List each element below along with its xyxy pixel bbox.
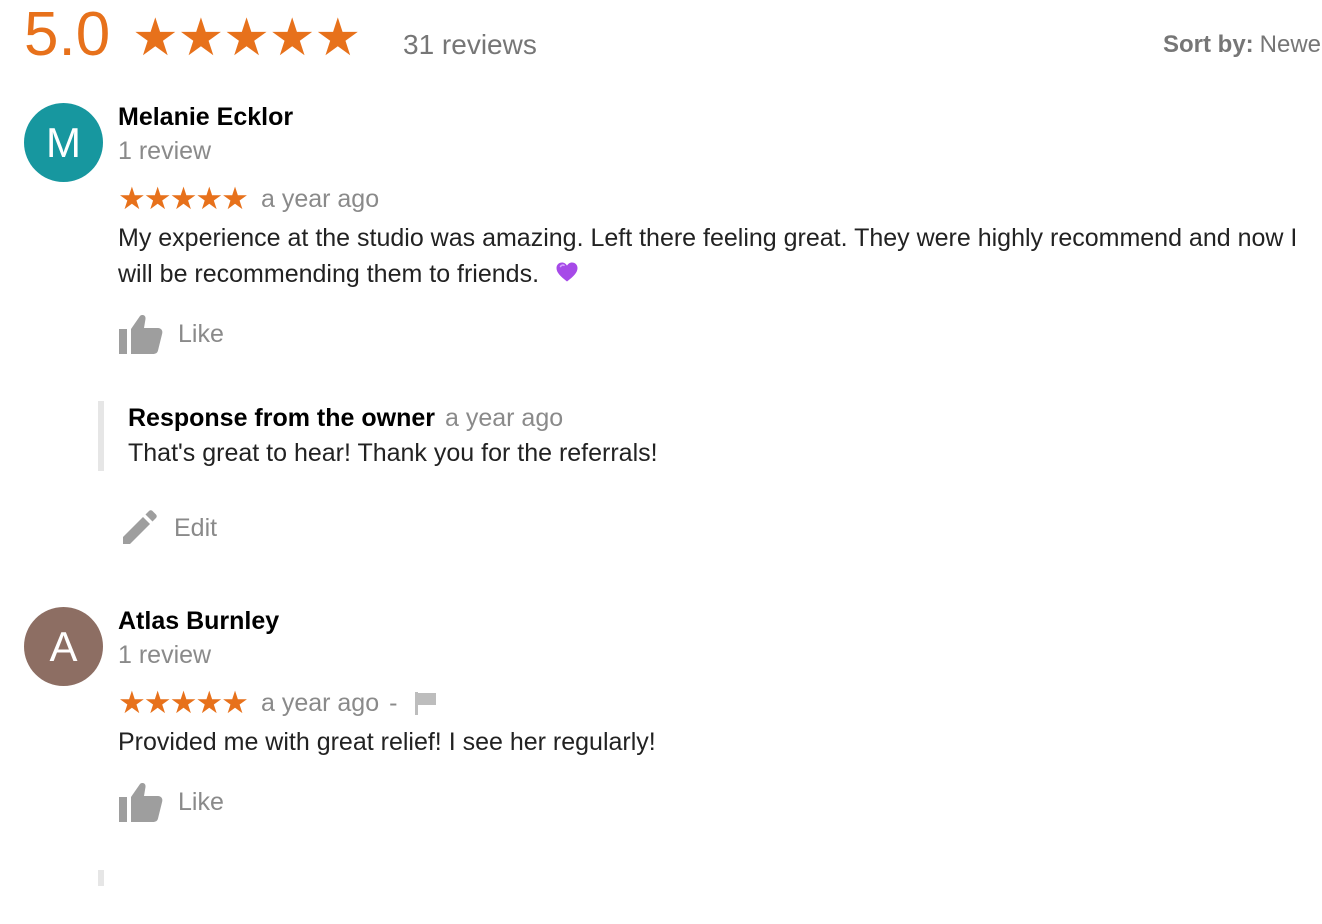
separator: - [389, 688, 398, 717]
review-text: My experience at the studio was amazing.… [118, 220, 1298, 292]
pencil-icon [118, 507, 160, 549]
overall-rating-score: 5.0 [24, 0, 111, 69]
reviewer-avatar[interactable]: A [24, 607, 103, 686]
owner-response-header: Response from the owner a year ago [128, 401, 1198, 435]
thumbs-up-icon [118, 781, 164, 823]
owner-response-partial [98, 870, 1198, 886]
flag-icon[interactable] [413, 690, 439, 716]
owner-response: Response from the owner a year ago That's… [98, 401, 1198, 471]
review-stars: ★★★★★ [118, 685, 249, 721]
review-count: 31 reviews [403, 29, 537, 60]
purple-heart-icon [555, 258, 579, 282]
owner-response-text: That's great to hear! Thank you for the … [128, 439, 658, 467]
reviewer-name[interactable]: Atlas Burnley [118, 606, 279, 636]
reviewer-avatar[interactable]: M [24, 103, 103, 182]
review-timestamp: a year ago [260, 688, 380, 717]
edit-label: Edit [174, 513, 218, 542]
review-text: Provided me with great relief! I see her… [118, 728, 656, 756]
owner-response-title: Response from the owner [128, 404, 435, 432]
edit-response-button[interactable]: Edit [118, 507, 217, 549]
overall-rating-stars: ★★★★★ [132, 8, 361, 68]
reviewer-name[interactable]: Melanie Ecklor [118, 102, 293, 132]
like-label: Like [178, 319, 224, 348]
sort-by-value[interactable]: Newe [1260, 31, 1321, 58]
sort-by-label: Sort by: [1163, 31, 1254, 58]
owner-response-timestamp: a year ago [445, 404, 564, 432]
review-timestamp: a year ago [260, 184, 380, 213]
like-button[interactable]: Like [118, 313, 224, 355]
review-body: My experience at the studio was amazing.… [118, 224, 1298, 288]
sort-by-dropdown[interactable]: Sort by: Newe [1163, 30, 1321, 60]
reviewer-review-count: 1 review [118, 641, 212, 669]
review-rating-row: ★★★★★ a year ago [118, 182, 379, 216]
like-label: Like [178, 787, 224, 816]
thumbs-up-icon [118, 313, 164, 355]
review-stars: ★★★★★ [118, 181, 249, 217]
like-button[interactable]: Like [118, 781, 224, 823]
review-rating-row: ★★★★★ a year ago - [118, 686, 439, 720]
reviewer-review-count: 1 review [118, 137, 212, 165]
